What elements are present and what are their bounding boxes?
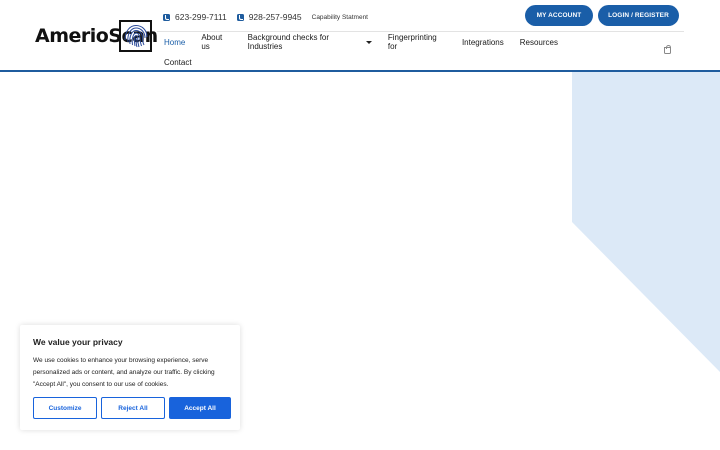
nav-item-about[interactable]: About us — [201, 33, 231, 51]
phone-icon — [163, 13, 170, 21]
nav-item-contact[interactable]: Contact — [164, 58, 192, 67]
nav-item-fingerprinting[interactable]: Fingerprinting for — [388, 33, 446, 51]
capability-statement-link[interactable]: Capability Statment — [312, 14, 368, 21]
cookie-buttons: Customize Reject All Accept All — [33, 397, 235, 419]
header-divider — [157, 31, 684, 32]
phone-link-1[interactable]: 623-299-7111 — [163, 12, 227, 22]
my-account-button[interactable]: MY ACCOUNT — [525, 5, 593, 26]
chevron-down-icon — [365, 40, 372, 44]
phone-number-2: 928-257-9945 — [248, 12, 302, 22]
cookie-title: We value your privacy — [33, 337, 123, 347]
nav-item-background-checks[interactable]: Background checks for Industries — [248, 33, 372, 51]
nav-item-resources[interactable]: Resources — [520, 38, 558, 47]
accept-all-button[interactable]: Accept All — [169, 397, 231, 419]
login-register-button[interactable]: LOGIN / REGISTER — [598, 5, 679, 26]
nav-item-home[interactable]: Home — [164, 38, 185, 47]
cookie-consent-banner: We value your privacy We use cookies to … — [20, 325, 240, 430]
nav-item-background-checks-label: Background checks for Industries — [247, 33, 330, 51]
customize-button[interactable]: Customize — [33, 397, 97, 419]
fingerprint-icon — [119, 20, 152, 52]
nav-item-integrations[interactable]: Integrations — [462, 38, 504, 47]
phone-link-2[interactable]: 928-257-9945 — [236, 12, 302, 22]
site-header: AmerioScan 623-299-7111 928-257-9945 Cap… — [0, 0, 720, 72]
phone-icon — [236, 13, 244, 21]
cookie-text: We use cookies to enhance your browsing … — [33, 357, 215, 388]
main-nav: Home About us Background checks for Indu… — [164, 33, 574, 68]
cart-icon[interactable] — [664, 45, 671, 54]
contact-row: 623-299-7111 928-257-9945 Capability Sta… — [163, 10, 368, 24]
reject-all-button[interactable]: Reject All — [101, 397, 165, 419]
phone-number-1: 623-299-7111 — [175, 12, 227, 22]
